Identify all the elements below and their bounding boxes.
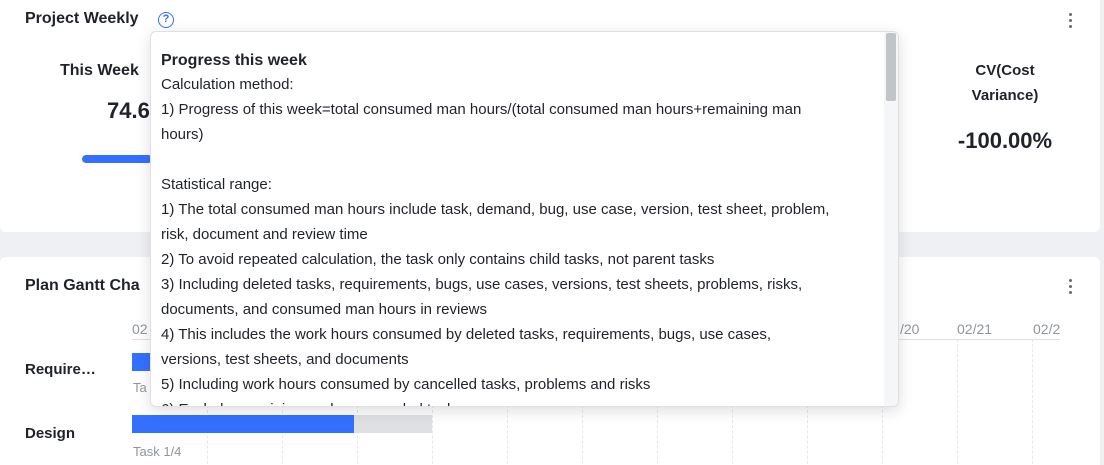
this-week-label: This Week: [60, 62, 139, 79]
tooltip-text: 1) The total consumed man hours include …: [161, 201, 830, 218]
tooltip-text: 1) Progress of this week=total consumed …: [161, 101, 802, 118]
gantt-date-label: 02/21: [957, 321, 993, 337]
gantt-date-label: /20: [900, 321, 920, 337]
this-week-value: 74.6: [107, 98, 150, 123]
cv-label: CV(Cost Variance): [971, 62, 1039, 104]
tooltip-scroll-thumb[interactable]: [886, 33, 896, 101]
tooltip-text: 2) To avoid repeated calculation, the ta…: [161, 251, 715, 268]
tooltip-range-heading: Statistical range:: [161, 176, 272, 193]
tooltip-scrollbar[interactable]: [884, 32, 898, 406]
gantt-grid-line: [1032, 339, 1033, 465]
gantt-bar-design[interactable]: [132, 415, 432, 433]
tooltip-text: 4) This includes the work hours consumed…: [161, 326, 772, 343]
tooltip-method-heading: Calculation method:: [161, 76, 294, 93]
tooltip-text: 6) Exclude remaining work on canceled ta…: [161, 397, 889, 406]
gantt-grid-line: [957, 339, 958, 465]
plan-gantt-title: Plan Gantt Cha: [25, 277, 140, 294]
more-vertical-icon[interactable]: [1060, 10, 1080, 30]
tooltip-text: documents, and consumed man hours in rev…: [161, 301, 488, 318]
this-week-progress-fill: [82, 155, 152, 163]
gantt-bar-subtext: Ta: [133, 380, 147, 395]
question-circle-icon[interactable]: ?: [158, 12, 174, 28]
progress-help-tooltip: Progress this week Calculation method: 1…: [150, 31, 899, 407]
tooltip-text: versions, test sheets, and documents: [161, 351, 409, 368]
project-weekly-title: Project Weekly: [25, 10, 139, 27]
tooltip-text: 3) Including deleted tasks, requirements…: [161, 276, 803, 293]
tooltip-text: risk, document and review time: [161, 226, 368, 243]
gantt-bar-fill: [132, 415, 354, 433]
cv-value: -100.00%: [957, 128, 1053, 153]
gantt-row-label-requirements[interactable]: Require…: [25, 361, 96, 378]
gantt-bar-subtext: Task 1/4: [133, 444, 182, 459]
more-vertical-icon[interactable]: [1060, 276, 1080, 296]
gantt-row-label-design[interactable]: Design: [25, 425, 75, 442]
tooltip-text: 5) Including work hours consumed by canc…: [161, 376, 651, 393]
gantt-date-label: 02/2: [1033, 321, 1061, 337]
tooltip-title: Progress this week: [161, 52, 307, 69]
tooltip-text: hours): [161, 126, 204, 143]
gantt-date-label: 02: [132, 321, 148, 337]
